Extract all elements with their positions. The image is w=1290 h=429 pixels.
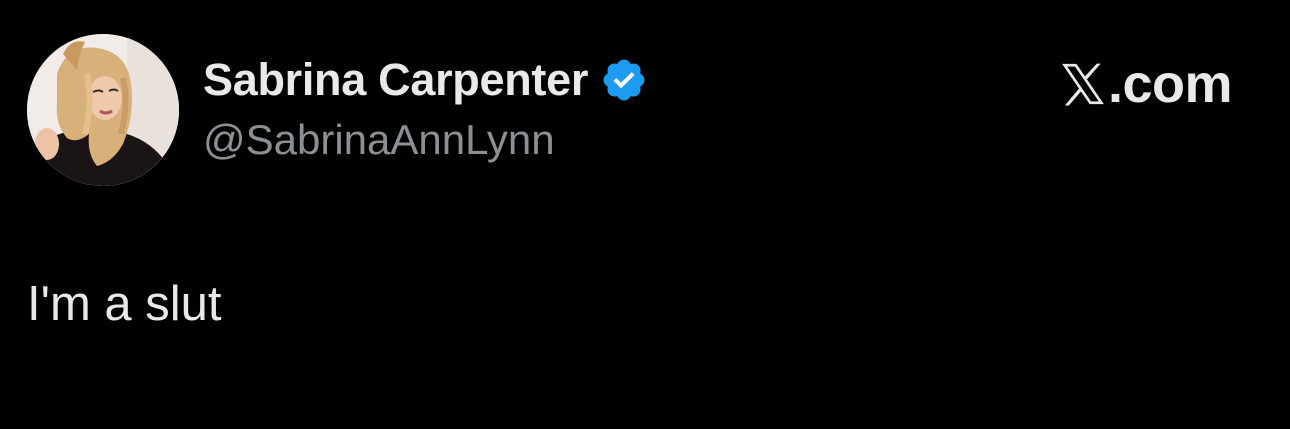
verified-badge-icon (600, 56, 648, 104)
author-handle[interactable]: @SabrinaAnnLynn (203, 116, 648, 164)
tweet-card: Sabrina Carpenter @SabrinaAnnLynn .com I… (0, 0, 1290, 429)
brand-text: .com (1107, 54, 1233, 114)
author-display-name[interactable]: Sabrina Carpenter (203, 54, 588, 106)
tweet-author: Sabrina Carpenter @SabrinaAnnLynn (203, 52, 648, 164)
author-name-row: Sabrina Carpenter (203, 52, 648, 108)
avatar[interactable] (27, 34, 179, 186)
brand-watermark: .com (1058, 54, 1233, 114)
avatar-image (27, 34, 179, 186)
tweet-text: I'm a slut (27, 277, 222, 331)
x-logo-icon (1058, 59, 1108, 109)
